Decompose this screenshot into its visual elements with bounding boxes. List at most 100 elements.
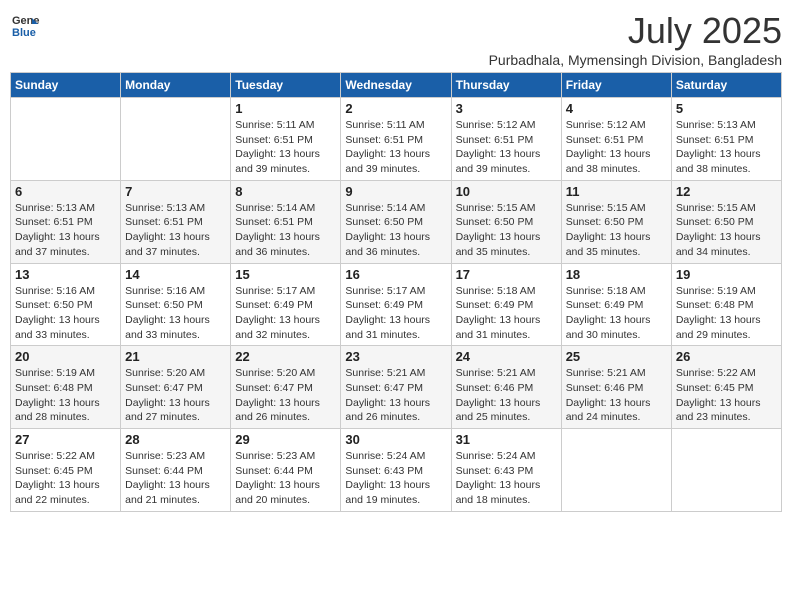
- calendar-cell: 19Sunrise: 5:19 AMSunset: 6:48 PMDayligh…: [671, 263, 781, 346]
- calendar-cell: 20Sunrise: 5:19 AMSunset: 6:48 PMDayligh…: [11, 346, 121, 429]
- calendar-week-row: 6 Sunrise: 5:13 AMSunset: 6:51 PMDaylight…: [11, 180, 782, 263]
- cell-content: Sunrise: 5:22 AMSunset: 6:45 PMDaylight:…: [676, 366, 777, 425]
- cell-content: Sunrise: 5:11 AMSunset: 6:51 PMDaylight:…: [345, 118, 446, 177]
- calendar-cell: 17Sunrise: 5:18 AMSunset: 6:49 PMDayligh…: [451, 263, 561, 346]
- calendar-cell: [11, 98, 121, 181]
- day-number: 3: [456, 101, 557, 116]
- calendar-cell: [121, 98, 231, 181]
- cell-content: Sunrise: 5:18 AMSunset: 6:49 PMDaylight:…: [456, 284, 557, 343]
- calendar-cell: 6 Sunrise: 5:13 AMSunset: 6:51 PMDaylight…: [11, 180, 121, 263]
- day-number: 28: [125, 432, 226, 447]
- calendar-cell: 3Sunrise: 5:12 AMSunset: 6:51 PMDaylight…: [451, 98, 561, 181]
- calendar-cell: 23Sunrise: 5:21 AMSunset: 6:47 PMDayligh…: [341, 346, 451, 429]
- calendar-cell: 28 Sunrise: 5:23 AMSunset: 6:44 PMDayligh…: [121, 429, 231, 512]
- calendar-cell: 7 Sunrise: 5:13 AMSunset: 6:51 PMDaylight…: [121, 180, 231, 263]
- cell-content: Sunrise: 5:16 AMSunset: 6:50 PMDaylight:…: [125, 284, 226, 343]
- day-number: 13: [15, 267, 116, 282]
- calendar-cell: 12 Sunrise: 5:15 AMSunset: 6:50 PMDayligh…: [671, 180, 781, 263]
- weekday-header: Thursday: [451, 73, 561, 98]
- cell-content: Sunrise: 5:23 AMSunset: 6:44 PMDaylight:…: [125, 449, 226, 508]
- calendar-cell: 10 Sunrise: 5:15 AMSunset: 6:50 PMDayligh…: [451, 180, 561, 263]
- cell-content: Sunrise: 5:21 AMSunset: 6:46 PMDaylight:…: [456, 366, 557, 425]
- calendar-cell: 30 Sunrise: 5:24 AMSunset: 6:43 PMDayligh…: [341, 429, 451, 512]
- day-number: 31: [456, 432, 557, 447]
- cell-content: Sunrise: 5:16 AMSunset: 6:50 PMDaylight:…: [15, 284, 116, 343]
- calendar-cell: 21Sunrise: 5:20 AMSunset: 6:47 PMDayligh…: [121, 346, 231, 429]
- cell-content: Sunrise: 5:13 AMSunset: 6:51 PMDaylight:…: [125, 201, 226, 260]
- cell-content: Sunrise: 5:15 AMSunset: 6:50 PMDaylight:…: [676, 201, 777, 260]
- day-number: 9: [345, 184, 446, 199]
- cell-content: Sunrise: 5:23 AMSunset: 6:44 PMDaylight:…: [235, 449, 336, 508]
- day-number: 30: [345, 432, 446, 447]
- cell-content: Sunrise: 5:17 AMSunset: 6:49 PMDaylight:…: [345, 284, 446, 343]
- cell-content: Sunrise: 5:13 AMSunset: 6:51 PMDaylight:…: [15, 201, 116, 260]
- day-number: 10: [456, 184, 557, 199]
- calendar-cell: 29 Sunrise: 5:23 AMSunset: 6:44 PMDayligh…: [231, 429, 341, 512]
- day-number: 18: [566, 267, 667, 282]
- calendar-cell: 9 Sunrise: 5:14 AMSunset: 6:50 PMDaylight…: [341, 180, 451, 263]
- cell-content: Sunrise: 5:15 AMSunset: 6:50 PMDaylight:…: [456, 201, 557, 260]
- weekday-header: Saturday: [671, 73, 781, 98]
- calendar-cell: 2 Sunrise: 5:11 AMSunset: 6:51 PMDaylight…: [341, 98, 451, 181]
- calendar-cell: 11 Sunrise: 5:15 AMSunset: 6:50 PMDayligh…: [561, 180, 671, 263]
- cell-content: Sunrise: 5:14 AMSunset: 6:51 PMDaylight:…: [235, 201, 336, 260]
- calendar-table: SundayMondayTuesdayWednesdayThursdayFrid…: [10, 72, 782, 512]
- cell-content: Sunrise: 5:24 AMSunset: 6:43 PMDaylight:…: [456, 449, 557, 508]
- cell-content: Sunrise: 5:15 AMSunset: 6:50 PMDaylight:…: [566, 201, 667, 260]
- calendar-cell: 13 Sunrise: 5:16 AMSunset: 6:50 PMDayligh…: [11, 263, 121, 346]
- cell-content: Sunrise: 5:22 AMSunset: 6:45 PMDaylight:…: [15, 449, 116, 508]
- day-number: 25: [566, 349, 667, 364]
- day-number: 24: [456, 349, 557, 364]
- calendar-cell: 14Sunrise: 5:16 AMSunset: 6:50 PMDayligh…: [121, 263, 231, 346]
- day-number: 22: [235, 349, 336, 364]
- day-number: 7: [125, 184, 226, 199]
- month-title: July 2025: [489, 10, 782, 52]
- weekday-header: Wednesday: [341, 73, 451, 98]
- cell-content: Sunrise: 5:14 AMSunset: 6:50 PMDaylight:…: [345, 201, 446, 260]
- day-number: 15: [235, 267, 336, 282]
- cell-content: Sunrise: 5:24 AMSunset: 6:43 PMDaylight:…: [345, 449, 446, 508]
- calendar-cell: 25 Sunrise: 5:21 AMSunset: 6:46 PMDayligh…: [561, 346, 671, 429]
- day-number: 5: [676, 101, 777, 116]
- calendar-cell: 16 Sunrise: 5:17 AMSunset: 6:49 PMDayligh…: [341, 263, 451, 346]
- calendar-cell: 24 Sunrise: 5:21 AMSunset: 6:46 PMDayligh…: [451, 346, 561, 429]
- day-number: 20: [15, 349, 116, 364]
- day-number: 6: [15, 184, 116, 199]
- calendar-week-row: 27 Sunrise: 5:22 AMSunset: 6:45 PMDayligh…: [11, 429, 782, 512]
- logo: General Blue: [10, 10, 40, 40]
- weekday-header-row: SundayMondayTuesdayWednesdayThursdayFrid…: [11, 73, 782, 98]
- title-block: July 2025 Purbadhala, Mymensingh Divisio…: [489, 10, 782, 68]
- weekday-header: Sunday: [11, 73, 121, 98]
- cell-content: Sunrise: 5:12 AMSunset: 6:51 PMDaylight:…: [566, 118, 667, 177]
- weekday-header: Friday: [561, 73, 671, 98]
- logo-icon: General Blue: [10, 10, 40, 40]
- calendar-cell: 22Sunrise: 5:20 AMSunset: 6:47 PMDayligh…: [231, 346, 341, 429]
- cell-content: Sunrise: 5:17 AMSunset: 6:49 PMDaylight:…: [235, 284, 336, 343]
- calendar-cell: 4Sunrise: 5:12 AMSunset: 6:51 PMDaylight…: [561, 98, 671, 181]
- cell-content: Sunrise: 5:18 AMSunset: 6:49 PMDaylight:…: [566, 284, 667, 343]
- calendar-week-row: 13 Sunrise: 5:16 AMSunset: 6:50 PMDayligh…: [11, 263, 782, 346]
- calendar-cell: 1Sunrise: 5:11 AMSunset: 6:51 PMDaylight…: [231, 98, 341, 181]
- day-number: 2: [345, 101, 446, 116]
- calendar-week-row: 1 Sunrise: 5:11 AMSunset: 6:51 PMDaylight…: [11, 98, 782, 181]
- day-number: 16: [345, 267, 446, 282]
- day-number: 26: [676, 349, 777, 364]
- weekday-header: Tuesday: [231, 73, 341, 98]
- day-number: 8: [235, 184, 336, 199]
- cell-content: Sunrise: 5:21 AMSunset: 6:47 PMDaylight:…: [345, 366, 446, 425]
- day-number: 27: [15, 432, 116, 447]
- calendar-cell: 8 Sunrise: 5:14 AMSunset: 6:51 PMDaylight…: [231, 180, 341, 263]
- calendar-week-row: 20Sunrise: 5:19 AMSunset: 6:48 PMDayligh…: [11, 346, 782, 429]
- calendar-cell: [671, 429, 781, 512]
- calendar-cell: 31 Sunrise: 5:24 AMSunset: 6:43 PMDayligh…: [451, 429, 561, 512]
- day-number: 11: [566, 184, 667, 199]
- day-number: 29: [235, 432, 336, 447]
- page-header: General Blue July 2025 Purbadhala, Mymen…: [10, 10, 782, 68]
- svg-text:General: General: [12, 15, 40, 27]
- day-number: 12: [676, 184, 777, 199]
- calendar-cell: 15 Sunrise: 5:17 AMSunset: 6:49 PMDayligh…: [231, 263, 341, 346]
- calendar-cell: 18 Sunrise: 5:18 AMSunset: 6:49 PMDayligh…: [561, 263, 671, 346]
- cell-content: Sunrise: 5:21 AMSunset: 6:46 PMDaylight:…: [566, 366, 667, 425]
- cell-content: Sunrise: 5:20 AMSunset: 6:47 PMDaylight:…: [125, 366, 226, 425]
- day-number: 1: [235, 101, 336, 116]
